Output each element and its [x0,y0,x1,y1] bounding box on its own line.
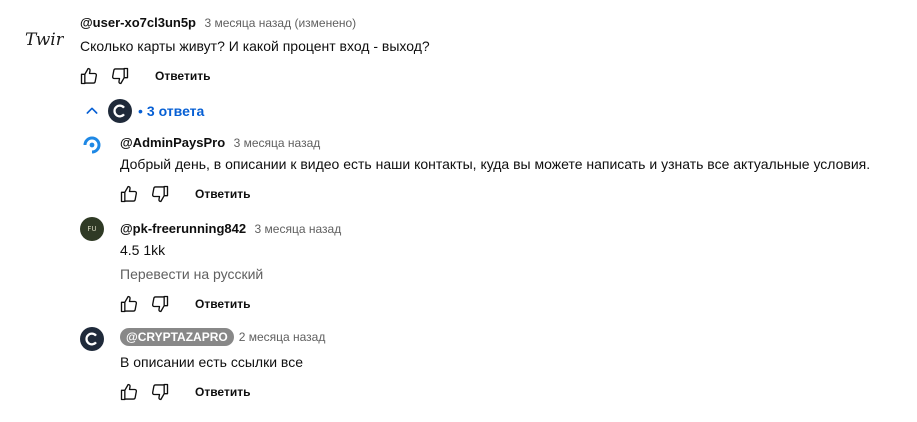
reply-1-text: Добрый день, в описании к видео есть наш… [120,156,871,172]
reply-3-reply-button[interactable]: Ответить [195,385,250,399]
reply-3-header: @CRYPTAZAPRO 2 месяца назад [120,328,325,346]
reply-2-timestamp[interactable]: 3 месяца назад [255,222,342,236]
avatar-adminpayspro[interactable] [80,133,104,157]
thumb-up-icon [120,185,138,203]
dislike-button[interactable] [109,65,131,87]
like-button[interactable] [78,65,100,87]
chevron-up-icon [86,107,98,114]
thumb-up-icon [120,295,138,313]
reply-3-author-badge[interactable]: @CRYPTAZAPRO [120,328,234,346]
reply-2-author[interactable]: @pk-freerunning842 [120,221,246,236]
replies-toggle[interactable]: • 3 ответа [84,99,204,123]
avatar-pk-label: FU [87,225,97,233]
thumb-down-icon [151,383,169,401]
reply-3-timestamp[interactable]: 2 месяца назад [239,330,326,344]
reply-1-reply-button[interactable]: Ответить [195,187,250,201]
adminpays-logo-icon [83,136,101,154]
reply-3-dislike-button[interactable] [149,381,171,403]
translate-link[interactable]: Перевести на русский [120,266,263,282]
reply-1-header: @AdminPaysPro 3 месяца назад [120,134,320,152]
reply-3-text: В описании есть ссылки все [120,354,303,370]
main-comment-timestamp[interactable]: 3 месяца назад (изменено) [204,16,356,30]
reply-3-like-button[interactable] [118,381,140,403]
reply-2-like-button[interactable] [118,293,140,315]
thumb-down-icon [151,295,169,313]
reply-2-header: @pk-freerunning842 3 месяца назад [120,220,341,238]
thumb-up-icon [80,67,98,85]
crypt-c-icon [113,104,125,118]
crypt-c-icon [85,332,97,346]
creator-avatar [108,99,132,123]
reply-2-reply-button[interactable]: Ответить [195,297,250,311]
main-comment-header: @user-xo7cl3un5p 3 месяца назад (изменен… [80,14,356,32]
main-comment-text: Сколько карты живут? И какой процент вхо… [80,38,430,54]
thumb-up-icon [120,383,138,401]
replies-bullet: • [138,103,143,119]
thumb-down-icon [151,185,169,203]
svg-text:Twird: Twird [25,30,64,50]
reply-2-dislike-button[interactable] [149,293,171,315]
twird-logo: Twird [25,30,64,50]
main-comment-author[interactable]: @user-xo7cl3un5p [80,15,196,30]
reply-1-author[interactable]: @AdminPaysPro [120,135,225,150]
reply-1-like-button[interactable] [118,183,140,205]
avatar-pk-freerunning[interactable]: FU [80,217,104,241]
thumb-down-icon [111,67,129,85]
reply-2-text: 4.5 1kk [120,242,166,258]
reply-1-timestamp[interactable]: 3 месяца назад [234,136,321,150]
reply-button[interactable]: Ответить [155,69,210,83]
avatar-cryptazapro[interactable] [80,327,104,351]
avatar-main[interactable]: Twird [24,26,64,52]
replies-count-label[interactable]: 3 ответа [147,103,204,119]
reply-1-dislike-button[interactable] [149,183,171,205]
